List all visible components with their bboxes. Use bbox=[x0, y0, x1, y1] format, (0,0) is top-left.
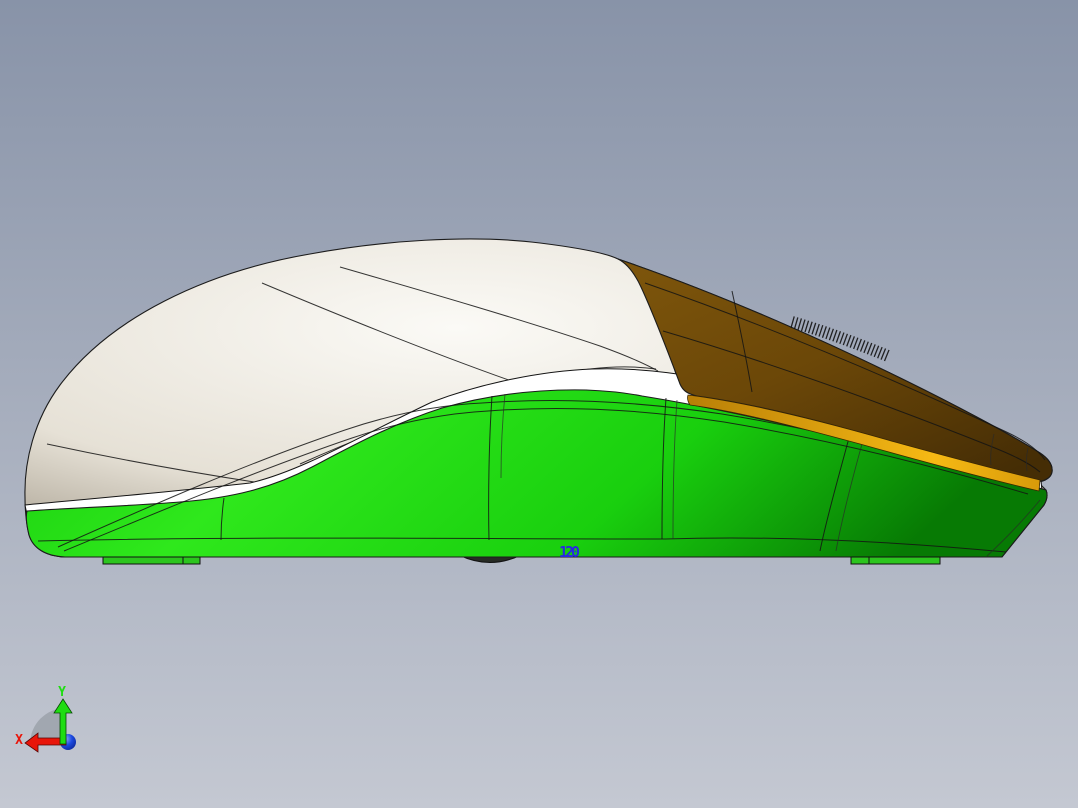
x-axis-label: X bbox=[15, 733, 23, 748]
y-axis-label: Y bbox=[58, 685, 66, 700]
cad-viewport[interactable]: 120 X Y bbox=[0, 0, 1078, 808]
rear-foot[interactable] bbox=[102, 556, 201, 565]
dimension-label: 120 bbox=[559, 543, 580, 561]
front-foot[interactable] bbox=[850, 556, 941, 565]
viewport-canvas[interactable]: 120 X Y bbox=[0, 0, 1078, 808]
